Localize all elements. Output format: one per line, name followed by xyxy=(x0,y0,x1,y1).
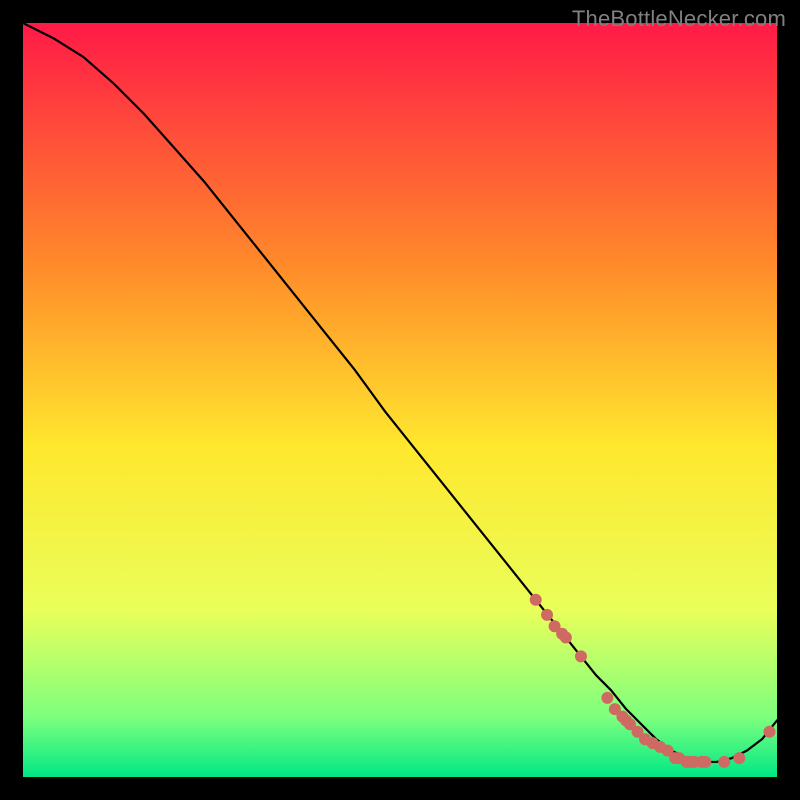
data-marker xyxy=(541,609,553,621)
data-marker xyxy=(763,726,775,738)
data-marker xyxy=(560,632,572,644)
data-marker xyxy=(601,692,613,704)
watermark-text: TheBottleNecker.com xyxy=(572,6,786,32)
data-marker xyxy=(733,752,745,764)
data-marker xyxy=(530,594,542,606)
gradient-background xyxy=(23,23,777,777)
data-marker xyxy=(575,650,587,662)
plot-area xyxy=(23,23,777,777)
bottleneck-curve-chart xyxy=(23,23,777,777)
data-marker xyxy=(718,756,730,768)
data-marker xyxy=(699,756,711,768)
chart-frame: TheBottleNecker.com xyxy=(0,0,800,800)
